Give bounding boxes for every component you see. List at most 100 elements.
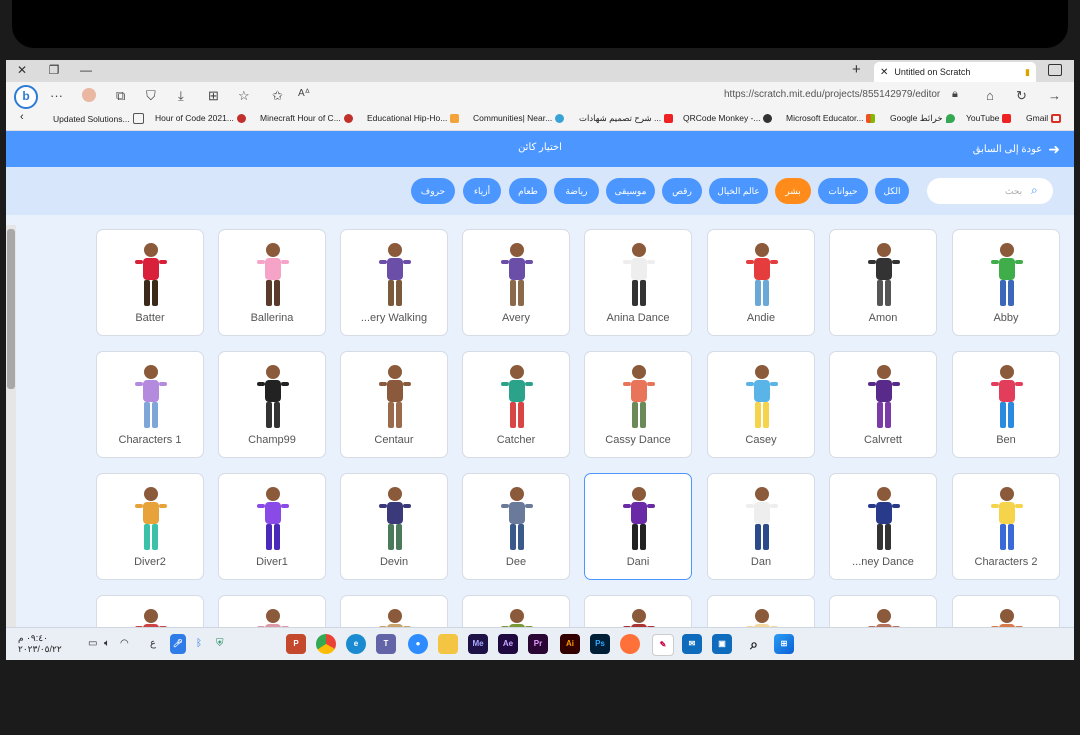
sprite-card[interactable]: Dee [462,473,570,580]
sprite-card[interactable]: Casey [707,351,815,458]
back-icon[interactable]: ‹ [20,111,24,123]
bluetooth-icon[interactable]: ᛒ [196,638,202,649]
language-indicator[interactable]: ع [150,638,156,649]
sprite-card[interactable]: Characters 1 [96,351,204,458]
sprite-card[interactable]: Diver1 [218,473,326,580]
sprite-card[interactable]: Dan [707,473,815,580]
sprite-card[interactable]: ...ery Walking [340,229,448,336]
back-button[interactable]: عودة إلى السابق ➜ [973,141,1060,158]
firefox-icon[interactable] [620,634,640,654]
scrollbar-thumb[interactable] [7,229,15,389]
search-taskbar-icon[interactable]: ⌕ [744,634,764,654]
category-animals[interactable]: حيوانات [818,178,868,204]
premiere-icon[interactable]: Pr [528,634,548,654]
sprite-card[interactable]: Abby [952,229,1060,336]
shield-icon[interactable]: ⛉ [146,88,156,104]
read-aloud-icon[interactable]: Aᐞ [298,88,310,99]
sprite-card[interactable]: Avery [462,229,570,336]
sprite-card[interactable]: Characters 2 [952,473,1060,580]
tabs-icon[interactable]: ⧉ [116,88,125,104]
sprite-card[interactable]: Champ99 [218,351,326,458]
clock[interactable]: ٠٩:٤٠ م ٢٠٢٣/٠٥/٢٢ [18,633,62,655]
category-food[interactable]: طعام [509,178,547,204]
defender-icon[interactable]: ⛨ [216,638,224,649]
sprite-card[interactable]: Devin [340,473,448,580]
sprite-card[interactable]: Cassy Dance [584,351,692,458]
zoom-icon[interactable]: ● [408,634,428,654]
illustrator-icon[interactable]: Ai [560,634,580,654]
scrollbar[interactable] [6,225,16,627]
file-explorer-icon[interactable] [438,634,458,654]
restore-window-icon[interactable]: ❐ [46,63,62,77]
sprite-card[interactable]: Ben [952,351,1060,458]
powerpoint-icon[interactable]: P [286,634,306,654]
close-tab-icon[interactable]: ✕ [880,67,888,78]
home-icon[interactable]: ⌂ [986,88,994,103]
category-people[interactable]: بشر [775,178,811,204]
download-icon[interactable]: ⤓ [178,88,184,104]
search-input[interactable]: بحث ⌕ [927,178,1053,204]
bookmark-item[interactable]: Hour of Code 2021... [155,113,246,123]
new-tab-button[interactable]: + [852,61,861,78]
sprite-card[interactable]: Andie [707,229,815,336]
refresh-icon[interactable]: ↻ [1016,88,1027,104]
bing-icon[interactable]: b [14,85,38,109]
url-field[interactable]: https://scratch.mit.edu/projects/8551429… [724,89,940,100]
sprite-thumbnail [991,365,1023,428]
bookmark-item[interactable]: Educational Hip-Ho... [367,113,460,123]
sprite-thumbnail [135,487,167,550]
category-music[interactable]: موسيقى [606,178,655,204]
sprite-card[interactable]: Centaur [340,351,448,458]
after-effects-icon[interactable]: Ae [498,634,518,654]
teams-icon[interactable]: T [376,634,396,654]
sprite-card[interactable]: Calvrett [829,351,937,458]
edge-icon[interactable]: e [346,634,366,654]
bookmark-item[interactable]: QRCode Monkey -... [683,113,773,123]
bookmark-item[interactable]: Google خرائط [890,113,955,124]
sprite-card[interactable]: Ballerina [218,229,326,336]
volume-icon[interactable]: 🔈︎ [104,638,110,649]
sprite-card[interactable]: Amon [829,229,937,336]
microphone-icon[interactable]: 🎤︎ [170,634,186,654]
chrome-icon[interactable] [316,634,336,654]
sprite-card[interactable]: Catcher [462,351,570,458]
sprite-card[interactable]: Anina Dance [584,229,692,336]
lock-icon[interactable]: 🔒︎ [952,88,958,101]
bookmark-item[interactable]: شرح تصميم شهادات ... [579,113,674,124]
wifi-icon[interactable]: ◠ [120,638,129,649]
media-encoder-icon[interactable]: Me [468,634,488,654]
forward-icon[interactable]: → [1048,88,1061,103]
close-window-icon[interactable]: ✕ [14,63,30,77]
bookmark-item[interactable]: Updated Solutions... [53,113,144,124]
mail-icon[interactable]: ✉ [682,634,702,654]
start-icon[interactable]: ⊞ [774,634,794,654]
sprite-name: Characters 1 [118,434,182,446]
sprite-card[interactable]: Dani [584,473,692,580]
bookmark-item[interactable]: Communities| Near... [473,113,565,123]
browser-tab[interactable]: ✕ Untitled on Scratch ▮ [874,62,1036,82]
category-fashion[interactable]: أزياء [463,178,501,204]
profile-avatar[interactable] [82,88,96,102]
bookmark-item[interactable]: Microsoft Educator... [786,113,876,123]
minimize-window-icon[interactable]: — [78,63,94,77]
store-icon[interactable]: ▣ [712,634,732,654]
favorites-icon[interactable]: ☆ [238,88,250,104]
bookmark-item[interactable]: Gmail [1026,113,1062,123]
paint-icon[interactable]: ✎ [652,634,674,656]
more-icon[interactable]: ··· [50,88,63,103]
bookmark-item[interactable]: Minecraft Hour of C... [260,113,353,123]
tab-actions-icon[interactable] [1048,64,1062,76]
add-favorite-icon[interactable]: ✩ [272,88,283,104]
battery-icon[interactable]: ▭ [88,638,97,649]
category-fantasy[interactable]: عالم الخيال [709,178,768,204]
sprite-card[interactable]: Diver2 [96,473,204,580]
photoshop-icon[interactable]: Ps [590,634,610,654]
bookmark-item[interactable]: YouTube [966,113,1012,123]
category-letters[interactable]: حروف [411,178,455,204]
category-dance[interactable]: رقص [662,178,702,204]
sprite-card[interactable]: ...ney Dance [829,473,937,580]
sprite-card[interactable]: Batter [96,229,204,336]
collections-icon[interactable]: ⊞ [208,88,219,104]
category-all[interactable]: الكل [875,178,909,204]
category-sports[interactable]: رياضة [554,178,599,204]
